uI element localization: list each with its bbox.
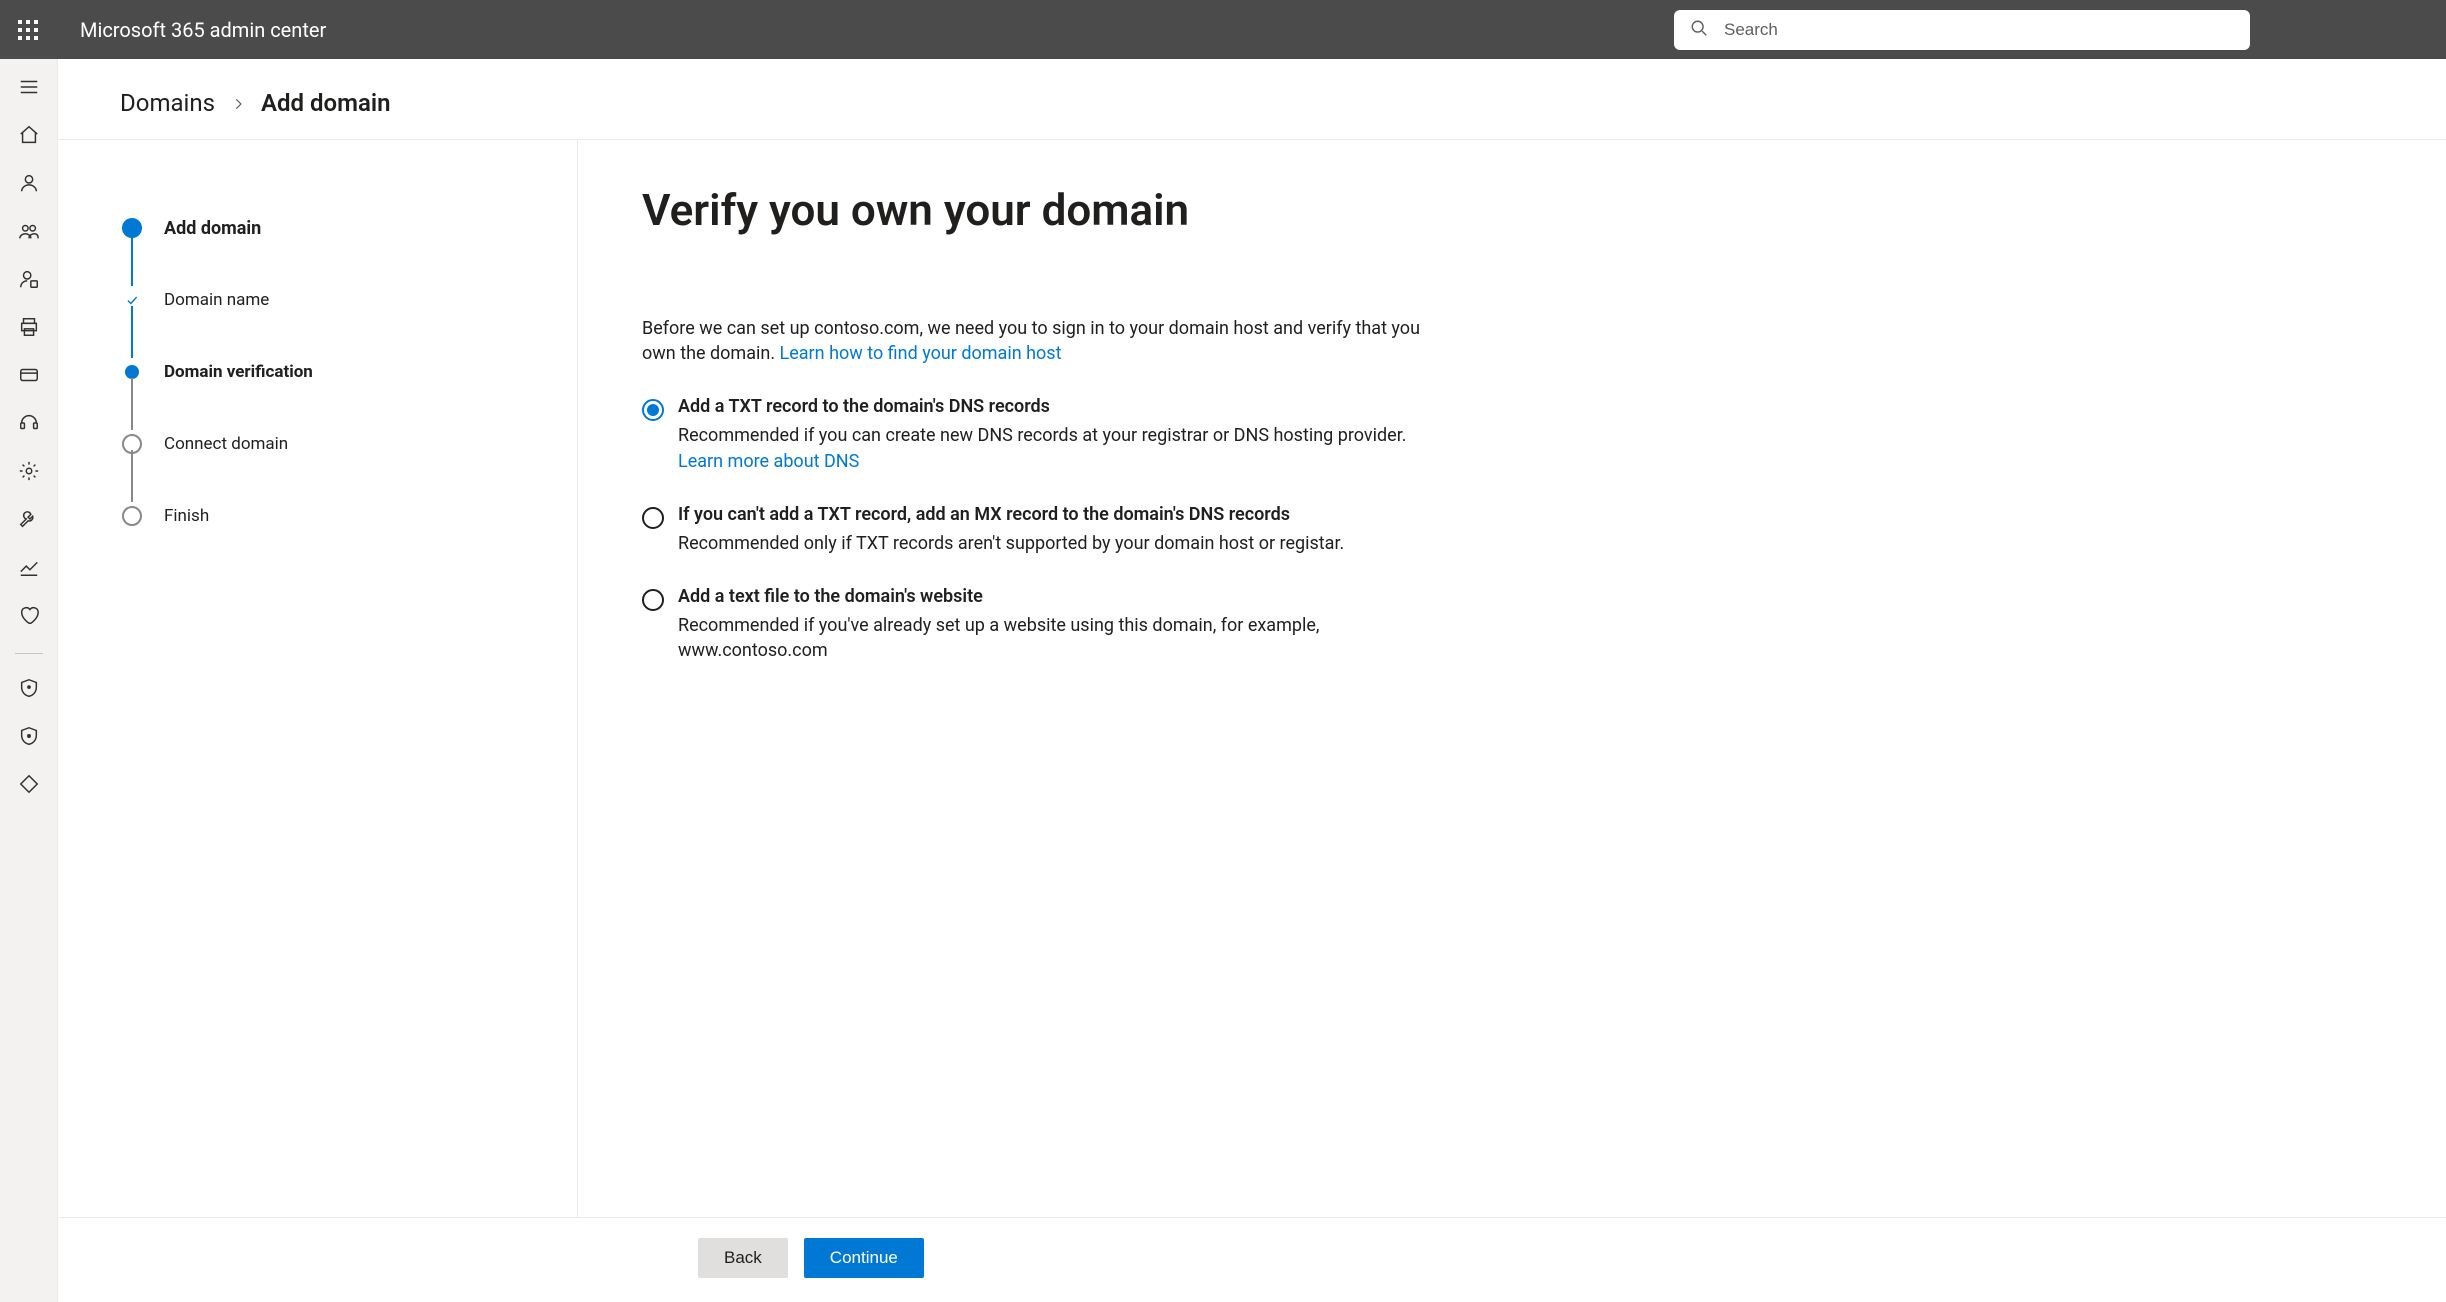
step-domain-name[interactable]: Domain name bbox=[122, 264, 577, 336]
option-link[interactable]: Learn more about DNS bbox=[678, 451, 859, 472]
printer-icon bbox=[18, 316, 40, 338]
step-label: Finish bbox=[164, 506, 209, 526]
option-title: If you can't add a TXT record, add an MX… bbox=[678, 504, 1344, 525]
shield2-icon bbox=[18, 725, 40, 747]
gear-icon bbox=[18, 460, 40, 482]
nav-groups[interactable] bbox=[15, 217, 43, 245]
step-label: Add domain bbox=[164, 218, 261, 239]
option-desc: Recommended if you can create new DNS re… bbox=[678, 423, 1432, 473]
billing-icon bbox=[18, 364, 40, 386]
support-icon bbox=[18, 412, 40, 434]
nav-more-icon bbox=[18, 773, 40, 795]
role-icon bbox=[18, 268, 40, 290]
step-domain-verification[interactable]: Domain verification bbox=[122, 336, 577, 408]
nav-settings[interactable] bbox=[15, 457, 43, 485]
step-label: Connect domain bbox=[164, 434, 288, 454]
option-txt-record: Add a TXT record to the domain's DNS rec… bbox=[642, 396, 1432, 473]
nav-health[interactable] bbox=[15, 601, 43, 629]
radio-txt-record[interactable] bbox=[642, 399, 664, 421]
option-title: Add a TXT record to the domain's DNS rec… bbox=[678, 396, 1432, 417]
nav-rail bbox=[0, 59, 58, 1302]
search-input[interactable] bbox=[1674, 10, 2250, 50]
nav-menu-button[interactable] bbox=[15, 73, 43, 101]
group-icon bbox=[18, 220, 40, 242]
nav-divider bbox=[15, 653, 43, 654]
nav-setup[interactable] bbox=[15, 505, 43, 533]
verification-options: Add a TXT record to the domain's DNS rec… bbox=[642, 396, 2382, 663]
reports-icon bbox=[18, 556, 40, 578]
option-desc: Recommended only if TXT records aren't s… bbox=[678, 531, 1344, 556]
page-title: Verify you own your domain bbox=[642, 184, 2382, 236]
step-label: Domain name bbox=[164, 290, 269, 310]
app-launcher-button[interactable] bbox=[0, 0, 56, 59]
menu-icon bbox=[18, 76, 40, 98]
breadcrumb-parent[interactable]: Domains bbox=[120, 89, 215, 117]
nav-compliance[interactable] bbox=[15, 722, 43, 750]
radio-text-file[interactable] bbox=[642, 589, 664, 611]
nav-resources[interactable] bbox=[15, 313, 43, 341]
wrench-icon bbox=[18, 508, 40, 530]
app-header: Microsoft 365 admin center bbox=[0, 0, 2446, 59]
chevron-right-icon bbox=[231, 89, 245, 117]
breadcrumb: Domains Add domain bbox=[58, 59, 2446, 140]
breadcrumb-current: Add domain bbox=[261, 89, 390, 117]
nav-reports[interactable] bbox=[15, 553, 43, 581]
step-finish[interactable]: Finish bbox=[122, 480, 577, 552]
back-button[interactable]: Back bbox=[698, 1238, 788, 1278]
step-connect-domain[interactable]: Connect domain bbox=[122, 408, 577, 480]
step-label: Domain verification bbox=[164, 362, 313, 382]
option-mx-record: If you can't add a TXT record, add an MX… bbox=[642, 504, 1432, 556]
wizard-stepper: Add domain Domain name Domain verificati… bbox=[58, 140, 578, 1217]
app-title: Microsoft 365 admin center bbox=[80, 18, 326, 42]
continue-button[interactable]: Continue bbox=[804, 1238, 924, 1278]
main-content: Domains Add domain Add domain Domain nam bbox=[58, 59, 2446, 1302]
detail-pane: Verify you own your domain Before we can… bbox=[578, 140, 2446, 1217]
wizard-footer: Back Continue bbox=[58, 1217, 2446, 1302]
option-desc: Recommended if you've already set up a w… bbox=[678, 613, 1432, 663]
option-text-file: Add a text file to the domain's website … bbox=[642, 586, 1432, 663]
nav-more[interactable] bbox=[15, 770, 43, 798]
search-wrapper bbox=[1674, 10, 2250, 50]
health-icon bbox=[18, 604, 40, 626]
nav-support[interactable] bbox=[15, 409, 43, 437]
intro-text: Before we can set up contoso.com, we nee… bbox=[642, 316, 1432, 366]
step-add-domain[interactable]: Add domain bbox=[122, 192, 577, 264]
nav-security[interactable] bbox=[15, 674, 43, 702]
nav-roles[interactable] bbox=[15, 265, 43, 293]
nav-home[interactable] bbox=[15, 121, 43, 149]
intro-link[interactable]: Learn how to find your domain host bbox=[780, 343, 1062, 364]
user-icon bbox=[18, 172, 40, 194]
nav-users[interactable] bbox=[15, 169, 43, 197]
search-icon bbox=[1690, 19, 1708, 41]
shield1-icon bbox=[18, 677, 40, 699]
radio-mx-record[interactable] bbox=[642, 507, 664, 529]
waffle-icon bbox=[18, 20, 38, 40]
home-icon bbox=[18, 124, 40, 146]
nav-billing[interactable] bbox=[15, 361, 43, 389]
option-title: Add a text file to the domain's website bbox=[678, 586, 1432, 607]
